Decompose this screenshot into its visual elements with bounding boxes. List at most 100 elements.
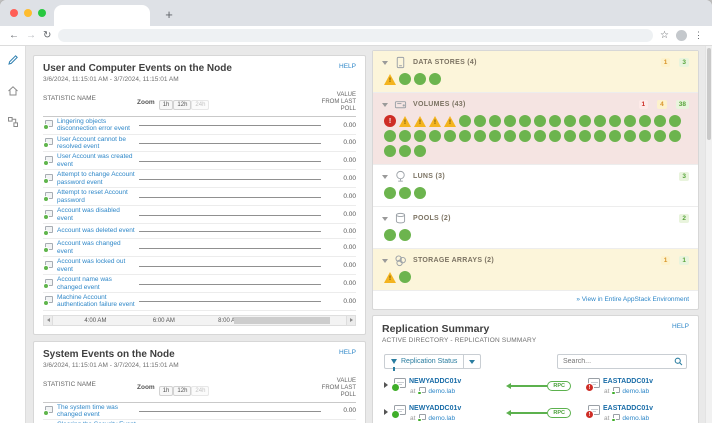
help-link[interactable]: HELP bbox=[339, 349, 356, 356]
status-dot-ok[interactable] bbox=[384, 229, 396, 241]
status-dot-ok[interactable] bbox=[384, 145, 396, 157]
collapse-caret-icon[interactable] bbox=[382, 60, 388, 65]
collapse-caret-icon[interactable] bbox=[382, 258, 388, 263]
domain-link[interactable]: demo.lab bbox=[428, 415, 455, 422]
status-dot-warning[interactable] bbox=[429, 116, 441, 127]
status-dot-ok[interactable] bbox=[399, 229, 411, 241]
node-link[interactable]: EASTADDC01v bbox=[603, 378, 653, 385]
status-dot-ok[interactable] bbox=[549, 130, 561, 142]
status-dot-ok[interactable] bbox=[459, 130, 471, 142]
status-dot-ok[interactable] bbox=[399, 130, 411, 142]
status-dot-ok[interactable] bbox=[639, 115, 651, 127]
scrollbar-thumb[interactable] bbox=[707, 48, 711, 140]
status-dot-ok[interactable] bbox=[549, 115, 561, 127]
status-dot-warning[interactable] bbox=[444, 116, 456, 127]
storage-section-header[interactable]: STORAGE ARRAYS (2) 1 1 bbox=[373, 249, 698, 269]
page-scrollbar[interactable] bbox=[705, 46, 712, 423]
status-dot-ok[interactable] bbox=[534, 130, 546, 142]
scroll-left-button[interactable] bbox=[44, 315, 53, 325]
zoom-12h-button[interactable]: 12h bbox=[173, 385, 192, 396]
domain-link[interactable]: demo.lab bbox=[622, 388, 649, 395]
collapse-caret-icon[interactable] bbox=[382, 216, 388, 221]
status-dot-ok[interactable] bbox=[399, 187, 411, 199]
status-dot-ok[interactable] bbox=[519, 115, 531, 127]
statistic-link[interactable]: Account was deleted event bbox=[57, 227, 135, 234]
status-dot-ok[interactable] bbox=[669, 115, 681, 127]
status-dot-warning[interactable] bbox=[414, 116, 426, 127]
status-dot-ok[interactable] bbox=[399, 271, 411, 283]
status-dot-ok[interactable] bbox=[579, 130, 591, 142]
status-dot-ok[interactable] bbox=[564, 115, 576, 127]
status-dot-ok[interactable] bbox=[504, 115, 516, 127]
status-dot-ok[interactable] bbox=[639, 130, 651, 142]
replication-status-filter-button[interactable]: Replication Status bbox=[384, 354, 482, 371]
refresh-icon[interactable]: ↻ bbox=[43, 30, 51, 41]
status-dot-ok[interactable] bbox=[579, 115, 591, 127]
status-dot-ok[interactable] bbox=[654, 115, 666, 127]
statistic-link[interactable]: Account was changed event bbox=[57, 240, 137, 255]
edit-icon[interactable] bbox=[7, 53, 19, 71]
statistic-link[interactable]: The system time was changed event bbox=[57, 404, 137, 419]
statistic-link[interactable]: Machine Account authentication failure e… bbox=[57, 294, 137, 309]
status-dot-ok[interactable] bbox=[429, 130, 441, 142]
statistic-link[interactable]: Account name was changed event bbox=[57, 276, 137, 291]
maximize-window-button[interactable] bbox=[38, 9, 46, 17]
zoom-12h-button[interactable]: 12h bbox=[173, 100, 192, 110]
menu-icon[interactable]: ⋮ bbox=[694, 31, 703, 40]
status-dot-ok[interactable] bbox=[384, 130, 396, 142]
status-dot-ok[interactable] bbox=[489, 130, 501, 142]
status-dot-warning[interactable] bbox=[399, 116, 411, 127]
status-dot-ok[interactable] bbox=[384, 187, 396, 199]
statistic-link[interactable]: Lingering objects disconnection error ev… bbox=[57, 118, 137, 133]
browser-tab[interactable] bbox=[54, 5, 150, 26]
view-appstack-link[interactable]: » View in Entire AppStack Environment bbox=[373, 291, 698, 309]
status-dot-ok[interactable] bbox=[534, 115, 546, 127]
status-dot-ok[interactable] bbox=[414, 73, 426, 85]
status-dot-ok[interactable] bbox=[504, 130, 516, 142]
scrollbar-thumb[interactable] bbox=[233, 316, 331, 324]
storage-section-header[interactable]: VOLUMES (43) 1 4 38 bbox=[373, 93, 698, 113]
status-dot-ok[interactable] bbox=[624, 115, 636, 127]
status-dot-ok[interactable] bbox=[429, 73, 441, 85]
zoom-1h-button[interactable]: 1h bbox=[158, 100, 174, 110]
statistic-link[interactable]: Account was locked out event bbox=[57, 258, 137, 273]
statistic-link[interactable]: User Account was created event bbox=[57, 153, 137, 168]
expand-caret-icon[interactable] bbox=[384, 382, 388, 388]
node-link[interactable]: NEWYADDC01v bbox=[409, 378, 461, 385]
scroll-right-button[interactable] bbox=[346, 315, 355, 325]
minimize-window-button[interactable] bbox=[24, 9, 32, 17]
help-link[interactable]: HELP bbox=[339, 63, 356, 70]
storage-section-header[interactable]: LUNS (3) 3 bbox=[373, 165, 698, 185]
status-dot-ok[interactable] bbox=[414, 145, 426, 157]
status-dot-ok[interactable] bbox=[474, 115, 486, 127]
status-dot-ok[interactable] bbox=[444, 130, 456, 142]
expand-caret-icon[interactable] bbox=[384, 409, 388, 415]
statistic-link[interactable]: User Account cannot be resolved event bbox=[57, 136, 137, 151]
search-input[interactable] bbox=[558, 358, 670, 365]
status-dot-ok[interactable] bbox=[594, 115, 606, 127]
statistic-link[interactable]: Attempt to reset Account password bbox=[57, 189, 137, 204]
star-icon[interactable]: ☆ bbox=[660, 30, 669, 41]
time-scrollbar[interactable]: 4:00 AM6:00 AM8:00 AM10:00 AM bbox=[43, 314, 356, 326]
storage-section-header[interactable]: POOLS (2) 2 bbox=[373, 207, 698, 227]
status-dot-ok[interactable] bbox=[414, 187, 426, 199]
domain-link[interactable]: demo.lab bbox=[622, 415, 649, 422]
status-dot-ok[interactable] bbox=[489, 115, 501, 127]
help-link[interactable]: HELP bbox=[672, 323, 689, 330]
node-link[interactable]: NEWYADDC01v bbox=[409, 405, 461, 412]
status-dot-ok[interactable] bbox=[654, 130, 666, 142]
status-dot-ok[interactable] bbox=[624, 130, 636, 142]
avatar[interactable] bbox=[676, 30, 687, 41]
zoom-1h-button[interactable]: 1h bbox=[158, 385, 174, 396]
collapse-caret-icon[interactable] bbox=[382, 102, 388, 107]
domain-link[interactable]: demo.lab bbox=[428, 388, 455, 395]
statistic-link[interactable]: Account was disabled event bbox=[57, 207, 137, 222]
status-dot-ok[interactable] bbox=[609, 130, 621, 142]
home-icon[interactable] bbox=[7, 84, 19, 102]
status-dot-ok[interactable] bbox=[459, 115, 471, 127]
filter-dropdown-button[interactable] bbox=[463, 355, 480, 368]
address-bar[interactable] bbox=[58, 29, 654, 42]
status-dot-critical[interactable] bbox=[384, 115, 396, 127]
status-dot-ok[interactable] bbox=[399, 73, 411, 85]
status-dot-ok[interactable] bbox=[474, 130, 486, 142]
